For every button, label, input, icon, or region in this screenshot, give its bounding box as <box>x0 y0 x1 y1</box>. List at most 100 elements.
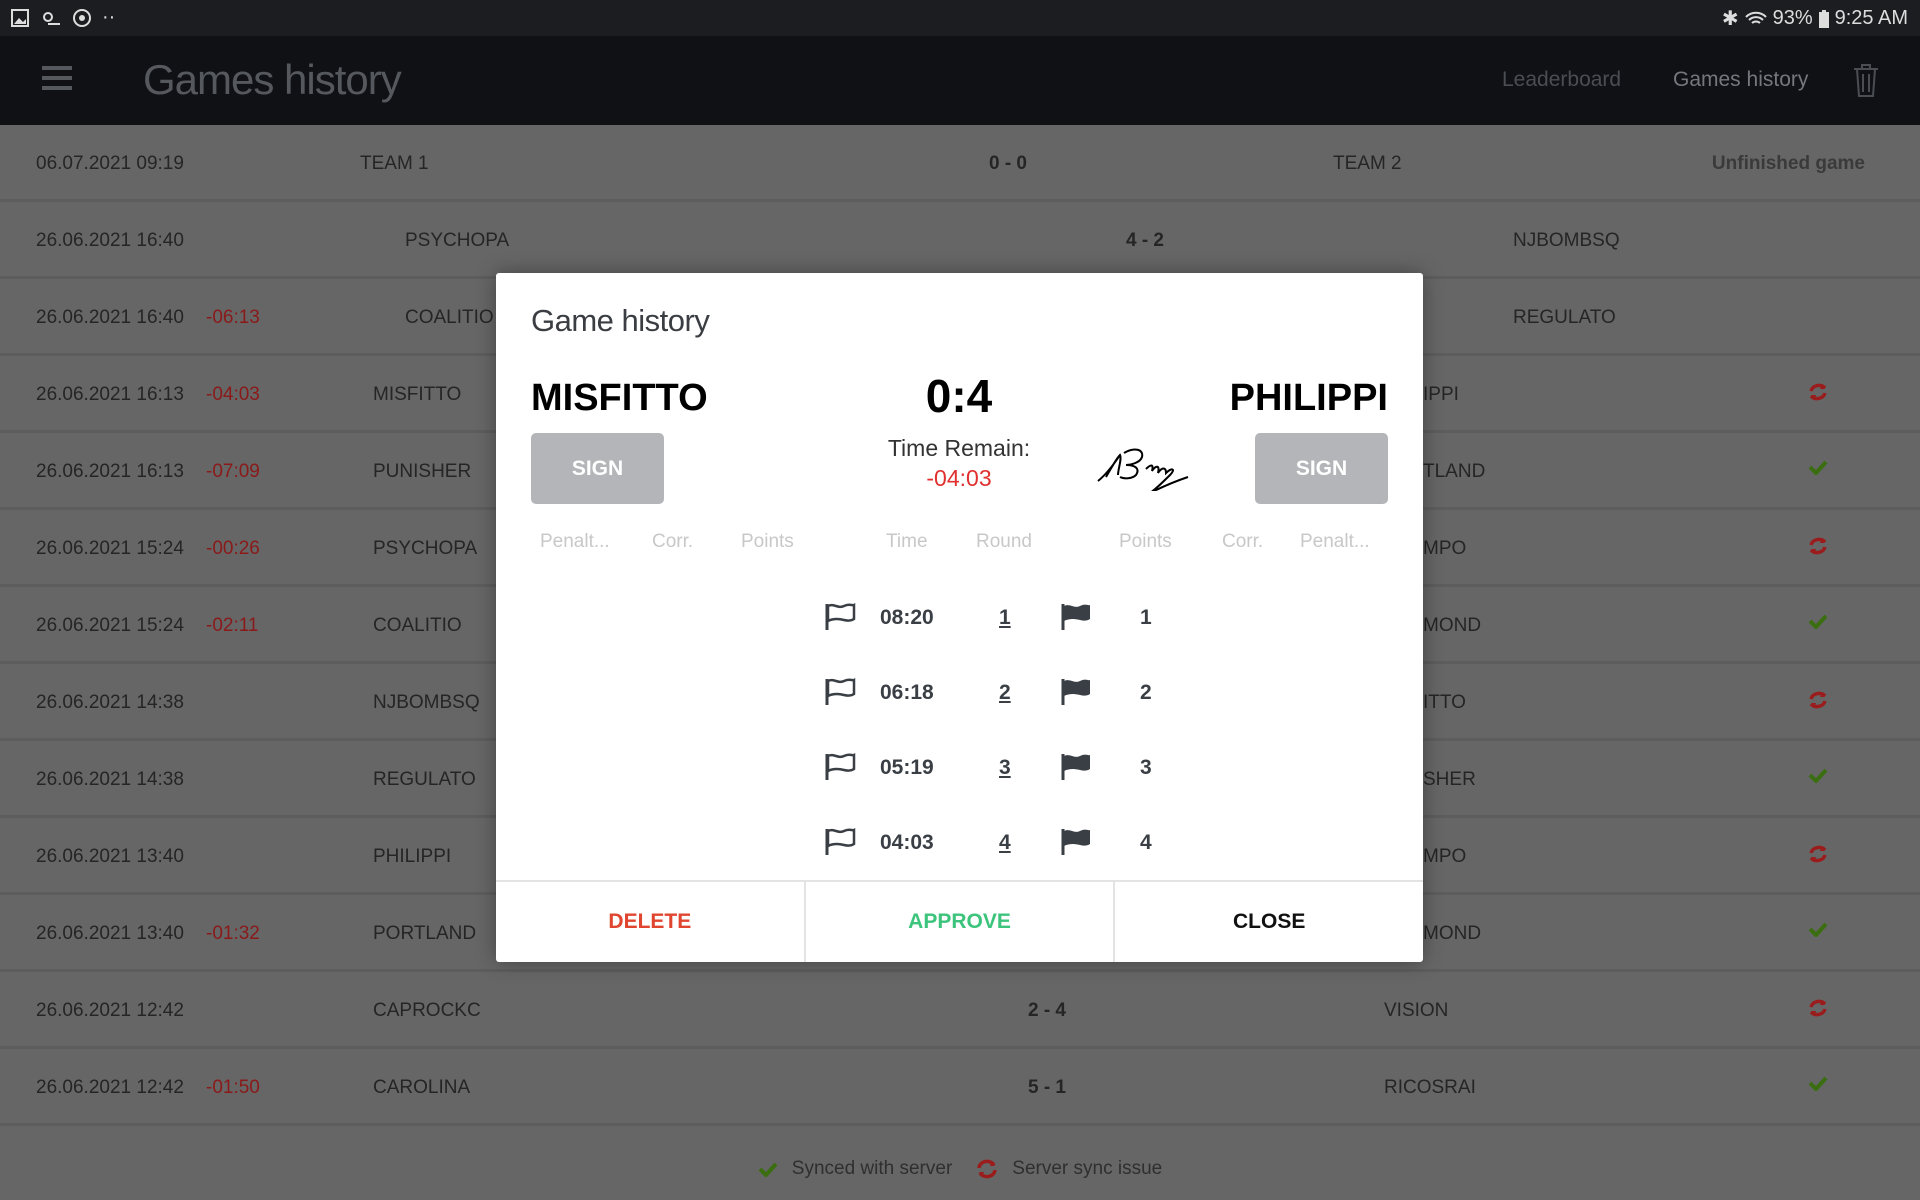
game-team1: PORTLAND <box>373 923 477 944</box>
game-score: 5 - 1 <box>1027 1077 1067 1098</box>
flag-filled-icon <box>1060 827 1092 861</box>
sync-issue-icon <box>1808 382 1828 408</box>
game-row[interactable]: 26.06.2021 12:42 -01:50 CAROLINA 5 - 1 RICOS… <box>0 1049 1920 1126</box>
header-team1-points: Points <box>741 531 794 552</box>
event-points: 2 <box>1140 681 1152 704</box>
game-time-remain: -01:50 <box>206 1077 260 1098</box>
game-date: 06.07.2021 09:19 <box>36 153 184 174</box>
game-date: 26.06.2021 13:40 <box>36 846 184 867</box>
bluetooth-icon: ✱ <box>1721 8 1739 30</box>
nav-games-history[interactable]: Games history <box>1673 68 1808 92</box>
team2-signature <box>1097 448 1189 491</box>
game-time-remain: -00:26 <box>206 538 260 559</box>
game-time-remain: -02:11 <box>206 615 259 636</box>
team2-sign-button[interactable]: SIGN <box>1255 433 1388 504</box>
game-score: 4 - 2 <box>1125 230 1165 251</box>
more-notifications-icon: ·· <box>102 6 116 28</box>
header-round: Round <box>976 531 1032 552</box>
team1-sign-button[interactable]: SIGN <box>531 433 664 504</box>
game-team1: NJBOMBSQ <box>373 692 480 713</box>
game-row[interactable]: 06.07.2021 09:19 TEAM 1 0 - 0 TEAM 2 Unfinis… <box>0 125 1920 202</box>
legend-synced: Synced with server <box>791 1158 953 1179</box>
header-team2-corrections: Corr. <box>1222 531 1264 552</box>
header-team1-corrections: Corr. <box>652 531 694 552</box>
flag-outline-icon <box>824 602 856 636</box>
game-team1: PHILIPPI <box>373 846 452 867</box>
game-team1: TEAM 1 <box>360 153 429 174</box>
wifi-icon <box>1744 11 1767 24</box>
game-row[interactable]: 26.06.2021 16:40 PSYCHOPA 4 - 2 NJBOMBSQ <box>0 202 1920 279</box>
event-points: 4 <box>1140 831 1152 854</box>
close-button[interactable]: CLOSE <box>1113 882 1423 962</box>
legend: Synced with server Server sync issue <box>0 1158 1920 1180</box>
synced-check-icon <box>1808 1075 1828 1097</box>
game-score: 0 - 0 <box>988 153 1028 174</box>
approve-button[interactable]: APPROVE <box>803 882 1114 962</box>
synced-check-icon <box>1808 767 1828 789</box>
battery-icon <box>1818 9 1829 28</box>
sync-icon <box>977 1159 998 1179</box>
game-team2: NJBOMBSQ <box>1513 230 1620 251</box>
dialog-title: Game history <box>531 303 710 338</box>
time-remain-value: -04:03 <box>926 465 992 491</box>
menu-icon[interactable] <box>42 66 72 92</box>
game-team1: MISFITTO <box>373 384 462 405</box>
game-team1: REGULATO <box>373 769 476 790</box>
event-time: 04:03 <box>880 831 934 854</box>
game-team2: TLAND <box>1423 461 1486 482</box>
event-points: 1 <box>1140 606 1152 629</box>
synced-check-icon <box>1808 921 1828 943</box>
game-date: 26.06.2021 16:40 <box>36 307 184 328</box>
delete-button[interactable]: DELETE <box>496 882 804 962</box>
header-team2-penalties: Penalt... <box>1300 531 1370 552</box>
game-team1: PSYCHOPA <box>405 230 510 251</box>
game-date: 26.06.2021 13:40 <box>36 923 184 944</box>
page-title: Games history <box>143 56 402 103</box>
game-team2: IPPI <box>1423 384 1459 405</box>
weather-icon <box>43 11 60 25</box>
game-team2: MOND <box>1423 923 1482 944</box>
score: 0:4 <box>925 370 993 422</box>
game-date: 26.06.2021 14:38 <box>36 769 184 790</box>
event-row: 05:19 3 3 <box>496 748 1423 788</box>
sync-issue-icon <box>1808 998 1828 1024</box>
game-team2: MOND <box>1423 615 1482 636</box>
event-time: 06:18 <box>880 681 934 704</box>
check-icon <box>758 1162 778 1177</box>
legend-sync-issue: Server sync issue <box>1012 1158 1163 1179</box>
event-time: 05:19 <box>880 756 934 779</box>
game-row[interactable]: 26.06.2021 12:42 CAPROCKC 2 - 4 VISION <box>0 972 1920 1049</box>
time-remain-label: Time Remain: <box>887 435 1031 461</box>
flag-outline-icon <box>824 827 856 861</box>
clock: 9:25 AM <box>1834 7 1908 29</box>
team2-name: PHILIPPI <box>1229 377 1388 419</box>
trash-icon[interactable] <box>1852 62 1880 98</box>
game-date: 26.06.2021 12:42 <box>36 1000 184 1021</box>
flag-filled-icon <box>1060 602 1092 636</box>
event-round-link[interactable]: 3 <box>999 756 1011 780</box>
game-date: 26.06.2021 16:13 <box>36 384 184 405</box>
event-round-link[interactable]: 1 <box>999 606 1011 630</box>
app-bar: Games history Leaderboard Games history <box>0 36 1920 125</box>
game-time-remain: -07:09 <box>206 461 260 482</box>
flag-outline-icon <box>824 677 856 711</box>
gallery-icon <box>11 8 29 27</box>
game-team2: MPO <box>1423 538 1467 559</box>
flag-filled-icon <box>1060 752 1092 786</box>
event-round-link[interactable]: 2 <box>999 681 1011 705</box>
event-points: 3 <box>1140 756 1152 779</box>
battery-percent: 93% <box>1772 7 1813 29</box>
game-team1: CAROLINA <box>373 1077 471 1098</box>
game-date: 26.06.2021 15:24 <box>36 538 184 559</box>
event-row: 06:18 2 2 <box>496 673 1423 713</box>
game-team1: COALITIO <box>405 307 494 328</box>
game-score: 2 - 4 <box>1027 1000 1067 1021</box>
nav-leaderboard[interactable]: Leaderboard <box>1502 68 1621 92</box>
event-round-link[interactable]: 4 <box>999 831 1011 855</box>
game-team1: COALITIO <box>373 615 462 636</box>
game-team2: SHER <box>1423 769 1476 790</box>
event-time: 08:20 <box>880 606 934 629</box>
game-date: 26.06.2021 12:42 <box>36 1077 184 1098</box>
game-team2: MPO <box>1423 846 1467 867</box>
game-time-remain: -04:03 <box>206 384 260 405</box>
